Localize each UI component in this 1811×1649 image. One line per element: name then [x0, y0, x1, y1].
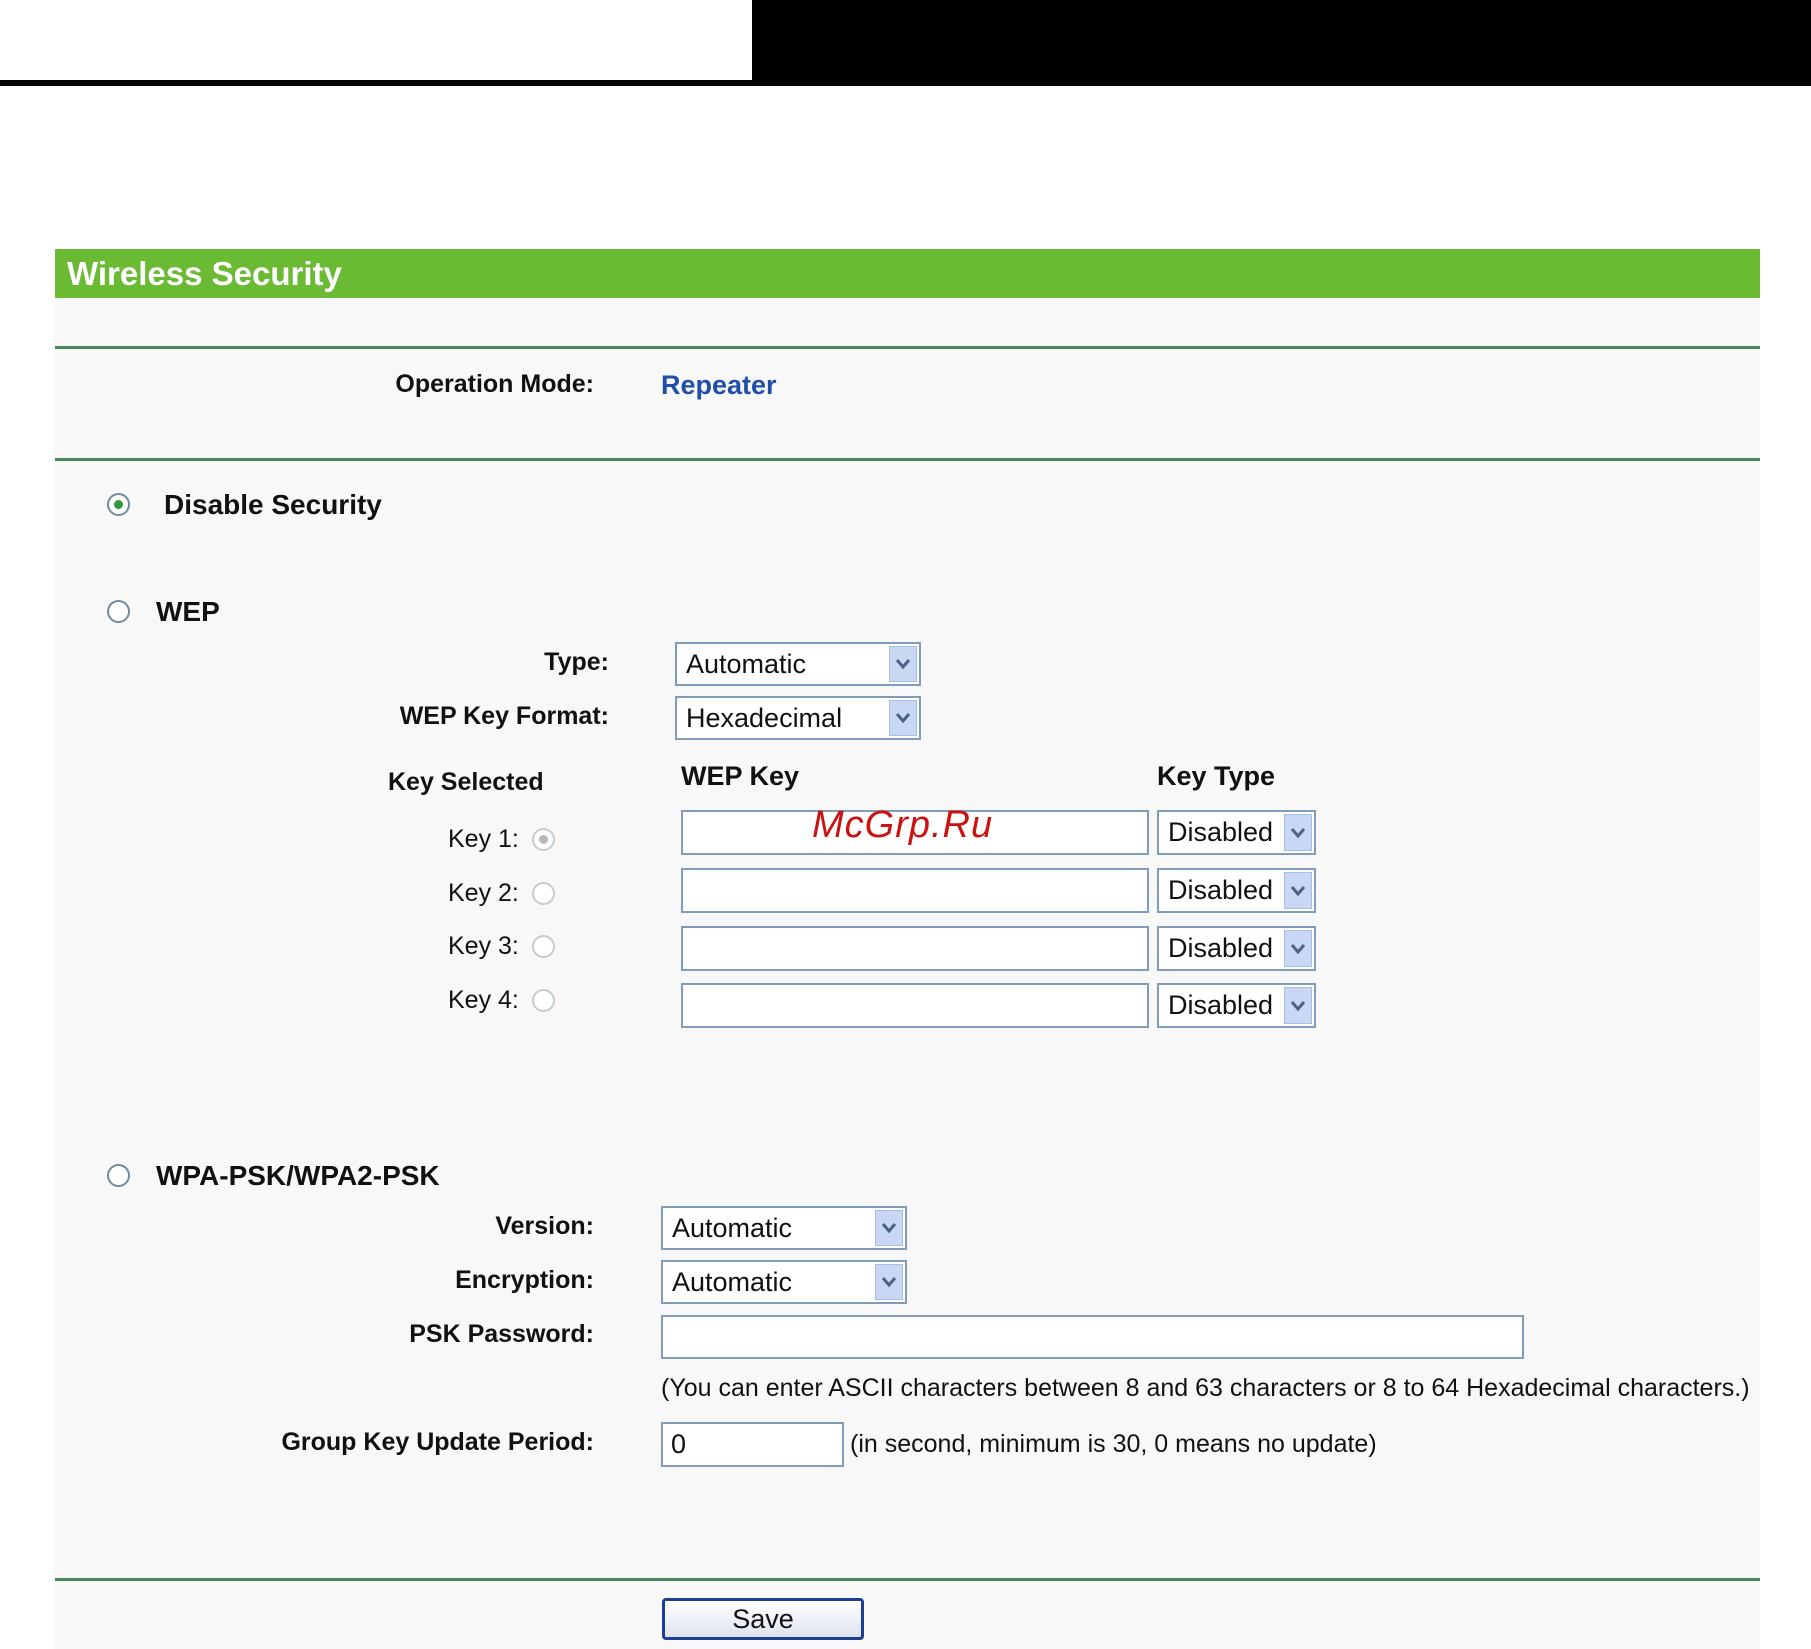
top-rule [0, 80, 752, 86]
col-key-selected: Key Selected [388, 768, 544, 796]
chevron-down-icon [1284, 872, 1312, 909]
wpa-encryption-value: Automatic [672, 1266, 793, 1297]
wep-type-value: Automatic [686, 648, 807, 679]
key-1-type-value: Disabled [1168, 817, 1274, 847]
top-black-band [752, 0, 1811, 86]
key-2-label: Key 2: [448, 879, 519, 907]
wpa-label: WPA-PSK/WPA2-PSK [156, 1160, 440, 1191]
disable-security-label: Disable Security [164, 489, 382, 520]
key-1-label: Key 1: [448, 825, 519, 853]
wep-type-label: Type: [544, 648, 609, 676]
key-3-type-select[interactable]: Disabled [1157, 926, 1316, 971]
wep-radio[interactable] [107, 600, 130, 623]
key-4-input[interactable] [681, 983, 1149, 1028]
key-2-radio[interactable] [532, 882, 555, 905]
divider-bottom [55, 1578, 1760, 1581]
group-key-hint: (in second, minimum is 30, 0 means no up… [850, 1430, 1377, 1458]
wep-label: WEP [156, 596, 220, 627]
wpa-version-value: Automatic [672, 1212, 793, 1243]
key-2-input[interactable] [681, 868, 1149, 913]
key-3-radio[interactable] [532, 935, 555, 958]
wpa-encryption-label: Encryption: [455, 1266, 594, 1294]
chevron-down-icon [1284, 814, 1312, 851]
key-1-type-select[interactable]: Disabled [1157, 810, 1316, 855]
key-1-radio[interactable] [532, 828, 555, 851]
chevron-down-icon [875, 1210, 903, 1246]
operation-mode-value: Repeater [661, 370, 777, 400]
key-4-label: Key 4: [448, 986, 519, 1014]
wpa-version-label: Version: [495, 1212, 594, 1240]
wpa-version-select[interactable]: Automatic [661, 1206, 907, 1250]
divider-mode [55, 458, 1760, 461]
group-key-label: Group Key Update Period: [281, 1428, 594, 1456]
key-2-type-select[interactable]: Disabled [1157, 868, 1316, 913]
key-4-radio[interactable] [532, 989, 555, 1012]
chevron-down-icon [889, 700, 917, 736]
watermark: McGrp.Ru [812, 804, 994, 846]
chevron-down-icon [1284, 987, 1312, 1024]
wep-key-format-select[interactable]: Hexadecimal [675, 696, 921, 740]
key-3-type-value: Disabled [1168, 933, 1274, 963]
divider-top [55, 346, 1760, 349]
psk-password-input[interactable] [661, 1315, 1524, 1359]
wpa-encryption-select[interactable]: Automatic [661, 1260, 907, 1304]
chevron-down-icon [889, 646, 917, 682]
psk-hint: (You can enter ASCII characters between … [661, 1374, 1750, 1402]
psk-password-label: PSK Password: [409, 1320, 594, 1348]
key-4-type-select[interactable]: Disabled [1157, 983, 1316, 1028]
key-4-type-value: Disabled [1168, 990, 1274, 1020]
wep-type-select[interactable]: Automatic [675, 642, 921, 686]
col-wep-key: WEP Key [681, 761, 800, 791]
chevron-down-icon [875, 1264, 903, 1300]
operation-mode-label: Operation Mode: [395, 370, 594, 398]
key-3-input[interactable] [681, 926, 1149, 971]
disable-security-radio[interactable] [107, 493, 130, 516]
save-button[interactable]: Save [662, 1598, 864, 1640]
group-key-input[interactable]: 0 [661, 1422, 844, 1467]
wep-key-format-label: WEP Key Format: [399, 702, 609, 730]
wep-key-format-value: Hexadecimal [686, 702, 843, 733]
wpa-radio[interactable] [107, 1164, 130, 1187]
col-key-type: Key Type [1157, 761, 1276, 791]
key-3-label: Key 3: [448, 932, 519, 960]
chevron-down-icon [1284, 930, 1312, 967]
key-2-type-value: Disabled [1168, 875, 1274, 905]
page-title: Wireless Security [67, 255, 342, 292]
